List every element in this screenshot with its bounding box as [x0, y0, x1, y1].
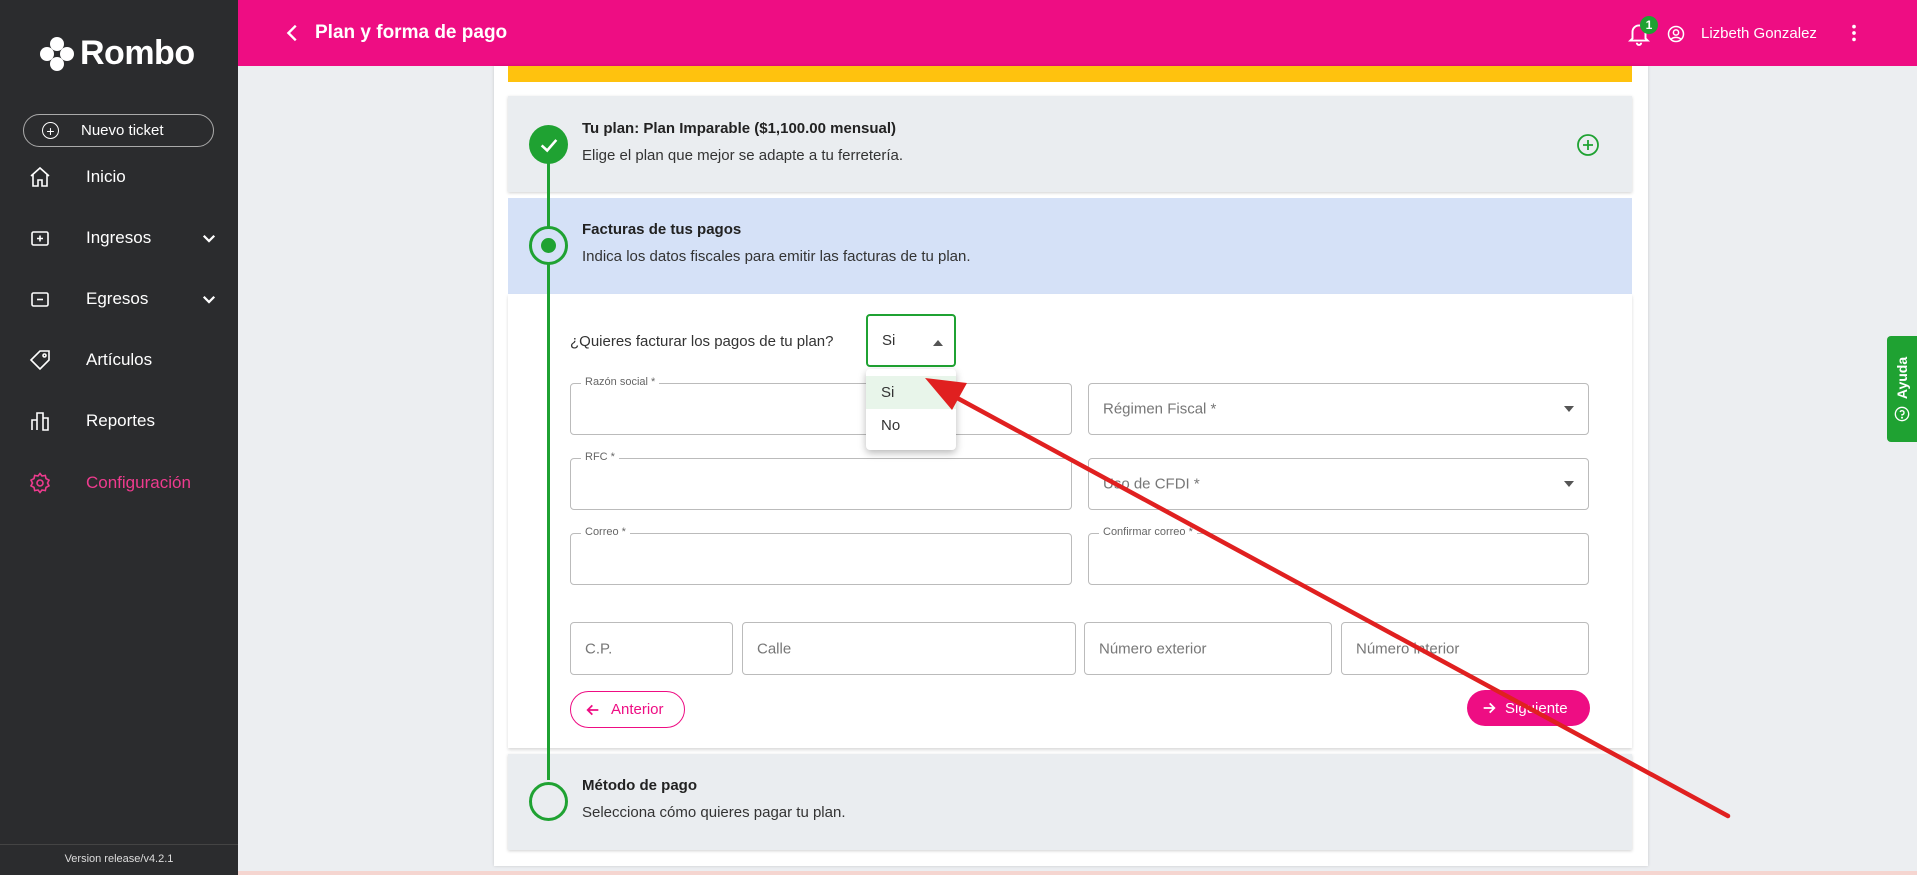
previous-button[interactable]: Anterior — [570, 691, 685, 728]
back-arrow-icon[interactable] — [282, 22, 304, 44]
gear-icon — [29, 472, 51, 494]
caret-up-icon — [933, 340, 943, 346]
field-label: Correo * — [581, 526, 630, 538]
sidebar-divider — [0, 844, 238, 845]
sidebar-item-reportes[interactable]: Reportes — [0, 401, 238, 441]
sidebar: Rombo + Nuevo ticket Inicio Ingresos Egr… — [0, 0, 238, 875]
step-payment-subtitle: Selecciona cómo quieres pagar tu plan. — [582, 804, 846, 821]
step-current-indicator — [529, 226, 568, 265]
invoice-question: ¿Quieres facturar los pagos de tu plan? — [570, 333, 834, 350]
field-label: Confirmar correo * — [1099, 526, 1197, 538]
new-ticket-label: Nuevo ticket — [81, 122, 164, 139]
field-label: RFC * — [581, 451, 619, 463]
caret-down-icon — [1564, 406, 1574, 412]
warning-banner — [508, 66, 1632, 82]
notification-badge: 1 — [1640, 16, 1658, 34]
caret-down-icon — [1564, 481, 1574, 487]
next-button[interactable]: Siguiente — [1467, 690, 1590, 726]
sidebar-item-label: Ingresos — [86, 228, 152, 247]
more-options-icon[interactable] — [1843, 22, 1865, 44]
step-completed-indicator — [529, 125, 568, 164]
step-invoices-subtitle: Indica los datos fiscales para emitir la… — [582, 248, 971, 265]
field-placeholder: C.P. — [585, 640, 613, 657]
postal-code-input[interactable]: C.P. — [570, 622, 733, 675]
sidebar-item-ingresos[interactable]: Ingresos — [0, 218, 238, 258]
version-label: Version release/v4.2.1 — [64, 853, 174, 865]
arrow-right-icon — [1483, 702, 1496, 714]
next-button-label: Siguiente — [1505, 699, 1568, 717]
rombo-logo[interactable]: Rombo — [40, 34, 195, 73]
exterior-number-input[interactable]: Número exterior — [1084, 622, 1332, 675]
regimen-fiscal-select[interactable]: Régimen Fiscal * — [1088, 383, 1589, 435]
chevron-down-icon — [202, 234, 216, 243]
dropdown-option-no[interactable]: No — [866, 409, 956, 442]
logo-text: Rombo — [80, 34, 195, 72]
previous-button-label: Anterior — [611, 701, 664, 718]
confirm-email-input[interactable]: Confirmar correo * — [1088, 526, 1589, 585]
home-icon — [30, 166, 50, 187]
step-payment[interactable] — [508, 754, 1632, 850]
top-header: Plan y forma de pago 1 Lizbeth Gonzalez — [238, 0, 1917, 66]
new-ticket-button[interactable]: + Nuevo ticket — [23, 114, 214, 147]
field-placeholder: Uso de CFDI * — [1103, 475, 1200, 493]
razon-social-input[interactable]: Razón social * — [570, 376, 1072, 435]
logo-mark-icon — [40, 36, 74, 71]
expense-icon — [31, 292, 49, 307]
sidebar-item-articulos[interactable]: Artículos — [0, 340, 238, 380]
sidebar-item-egresos[interactable]: Egresos — [0, 279, 238, 319]
income-icon — [31, 231, 49, 246]
invoice-select-value: Si — [882, 332, 896, 349]
expand-plus-icon[interactable] — [1576, 133, 1600, 157]
sidebar-item-label: Artículos — [86, 350, 153, 369]
sidebar-item-label: Inicio — [86, 167, 126, 186]
field-placeholder: Número interior — [1356, 640, 1460, 657]
rfc-input[interactable]: RFC * — [570, 451, 1072, 510]
street-input[interactable]: Calle — [742, 622, 1076, 675]
chart-icon — [31, 412, 49, 431]
help-tab[interactable]: Ayuda — [1887, 336, 1917, 442]
step-invoices-header[interactable] — [508, 198, 1632, 294]
step-invoices-form — [508, 294, 1632, 748]
user-account-icon[interactable] — [1667, 25, 1685, 43]
chevron-down-icon — [202, 295, 216, 304]
invoice-select[interactable]: Si — [866, 314, 956, 367]
step-payment-title: Método de pago — [582, 777, 697, 794]
dropdown-option-si[interactable]: Si — [866, 376, 956, 409]
field-placeholder: Número exterior — [1099, 640, 1207, 657]
arrow-left-icon — [586, 704, 599, 715]
uso-cfdi-select[interactable]: Uso de CFDI * — [1088, 458, 1589, 510]
step-plan-title: Tu plan: Plan Imparable ($1,100.00 mensu… — [582, 120, 896, 137]
step-plan[interactable] — [508, 96, 1632, 192]
user-name[interactable]: Lizbeth Gonzalez — [1701, 25, 1817, 42]
checkmark-icon — [540, 138, 557, 152]
step-pending-indicator — [529, 782, 568, 821]
sidebar-item-label: Reportes — [86, 411, 155, 430]
step-plan-subtitle: Elige el plan que mejor se adapte a tu f… — [582, 147, 904, 164]
plus-circle-icon: + — [42, 122, 59, 139]
sidebar-item-configuracion[interactable]: Configuración — [0, 463, 238, 503]
help-question-icon — [1894, 406, 1910, 422]
page-title: Plan y forma de pago — [315, 22, 508, 43]
invoice-dropdown-menu: Si No — [866, 369, 956, 450]
tag-icon — [29, 350, 50, 371]
email-input[interactable]: Correo * — [570, 526, 1072, 585]
sidebar-item-label: Egresos — [86, 289, 149, 308]
step-invoices-title: Facturas de tus pagos — [582, 221, 742, 238]
sidebar-item-inicio[interactable]: Inicio — [0, 157, 238, 197]
help-tab-label: Ayuda — [1894, 356, 1910, 400]
field-placeholder: Calle — [757, 640, 792, 657]
sidebar-item-label: Configuración — [86, 473, 191, 492]
field-placeholder: Régimen Fiscal * — [1103, 400, 1217, 418]
field-label: Razón social * — [581, 376, 660, 388]
bottom-strip — [238, 871, 1917, 875]
interior-number-input[interactable]: Número interior — [1341, 622, 1589, 675]
